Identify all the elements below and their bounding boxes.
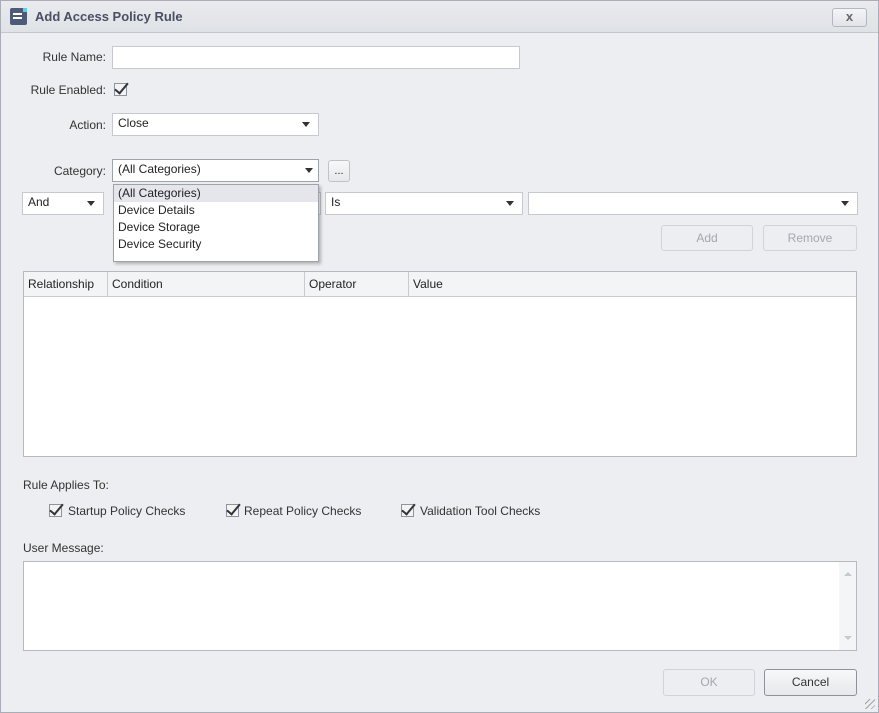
remove-condition-button[interactable]: Remove (763, 225, 857, 251)
vertical-scrollbar[interactable] (839, 562, 856, 650)
category-option-device-storage[interactable]: Device Storage (114, 219, 318, 236)
repeat-policy-checks-checkbox[interactable] (226, 504, 239, 517)
action-value: Close (118, 116, 149, 130)
conditions-grid[interactable]: Relationship Condition Operator Value (23, 271, 857, 457)
resize-grip-icon[interactable] (865, 699, 875, 709)
chevron-down-icon (305, 168, 313, 173)
startup-policy-checks-label[interactable]: Startup Policy Checks (68, 504, 185, 518)
relationship-select[interactable]: And (22, 192, 104, 215)
rule-name-label: Rule Name: (42, 50, 106, 64)
close-button[interactable]: x (832, 8, 867, 27)
chevron-down-icon (302, 122, 310, 127)
cancel-button[interactable]: Cancel (764, 669, 857, 696)
document-icon (10, 8, 27, 25)
chevron-down-icon (87, 201, 95, 206)
startup-policy-checks-checkbox[interactable] (49, 504, 62, 517)
operator-value: Is (331, 195, 341, 209)
dialog-title: Add Access Policy Rule (35, 9, 183, 24)
category-option-device-security[interactable]: Device Security (114, 236, 318, 253)
add-condition-button[interactable]: Add (661, 225, 753, 251)
ok-button[interactable]: OK (663, 669, 755, 696)
action-label: Action: (69, 118, 106, 132)
scroll-down-icon[interactable] (844, 636, 852, 640)
action-select[interactable]: Close (112, 113, 319, 136)
value-select[interactable] (528, 192, 858, 215)
category-select[interactable]: (All Categories) (112, 159, 319, 182)
category-value: (All Categories) (118, 162, 201, 176)
validation-tool-checks-checkbox[interactable] (401, 504, 414, 517)
column-header-condition[interactable]: Condition (108, 272, 305, 296)
title-bar[interactable]: Add Access Policy Rule x (1, 1, 878, 33)
category-dropdown-list: (All Categories) Device Details Device S… (113, 184, 319, 262)
category-option-all[interactable]: (All Categories) (114, 185, 318, 202)
relationship-value: And (28, 195, 50, 209)
user-message-textarea[interactable] (23, 561, 857, 651)
grid-header: Relationship Condition Operator Value (24, 272, 856, 297)
rule-enabled-checkbox[interactable] (114, 83, 127, 96)
category-browse-button[interactable]: ... (328, 160, 350, 182)
chevron-down-icon (841, 201, 849, 206)
repeat-policy-checks-label[interactable]: Repeat Policy Checks (244, 504, 361, 518)
rule-name-input[interactable] (112, 46, 520, 69)
category-option-device-details[interactable]: Device Details (114, 202, 318, 219)
category-label: Category: (53, 164, 106, 178)
add-access-policy-rule-dialog: Add Access Policy Rule x Rule Name: Rule… (0, 0, 879, 713)
rule-applies-to-label: Rule Applies To: (23, 478, 109, 492)
rule-enabled-label: Rule Enabled: (30, 83, 106, 97)
column-header-value[interactable]: Value (409, 272, 856, 296)
operator-select[interactable]: Is (325, 192, 523, 215)
scroll-up-icon[interactable] (844, 572, 852, 576)
column-header-operator[interactable]: Operator (305, 272, 409, 296)
validation-tool-checks-label[interactable]: Validation Tool Checks (420, 504, 540, 518)
column-header-relationship[interactable]: Relationship (24, 272, 108, 296)
user-message-label: User Message: (23, 541, 104, 555)
chevron-down-icon (506, 201, 514, 206)
